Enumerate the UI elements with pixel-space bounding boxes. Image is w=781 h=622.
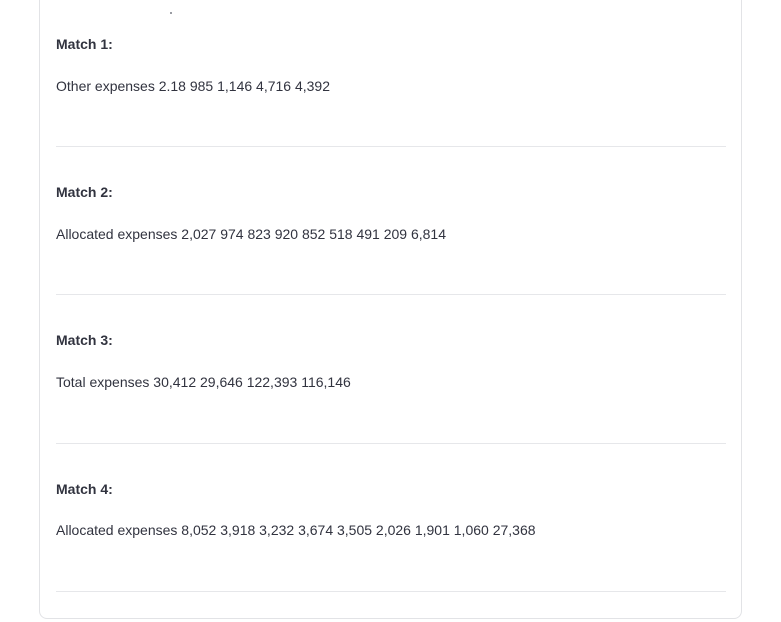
match-title: Match 4: — [56, 481, 113, 497]
match-text: Allocated expenses 2,027 974 823 920 852… — [56, 226, 446, 242]
divider — [56, 294, 726, 295]
match-text: Allocated expenses 8,052 3,918 3,232 3,6… — [56, 522, 536, 538]
match-title: Match 3: — [56, 332, 113, 348]
match-title: Match 1: — [56, 36, 113, 52]
divider — [56, 591, 726, 592]
scroll-remnant-mark — [170, 12, 172, 14]
divider — [56, 443, 726, 444]
divider — [56, 146, 726, 147]
match-text: Total expenses 30,412 29,646 122,393 116… — [56, 374, 351, 390]
match-text: Other expenses 2.18 985 1,146 4,716 4,39… — [56, 78, 330, 94]
match-title: Match 2: — [56, 184, 113, 200]
